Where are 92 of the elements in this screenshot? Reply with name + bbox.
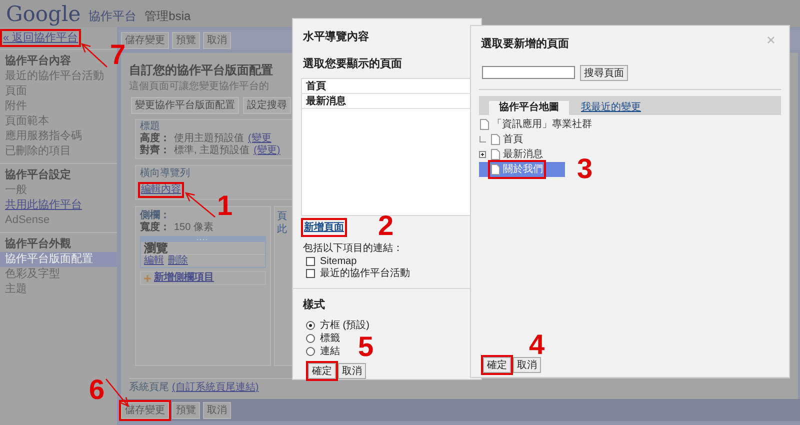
plus-icon — [144, 274, 151, 282]
expand-icon[interactable] — [479, 150, 486, 158]
radio-label: 方框 (預設) — [320, 318, 370, 332]
dialog-button[interactable]: 取消 — [338, 363, 366, 379]
field-value: 150 像素 — [174, 222, 214, 234]
dialog-subtitle: 選取您要顯示的頁面 — [303, 56, 403, 72]
toolbar-button[interactable]: 預覽 — [172, 402, 200, 418]
layout-description: 這個頁面可讓您變更協作平台的 — [129, 80, 269, 93]
page-icon — [491, 148, 500, 160]
tab[interactable]: 我最近的變更 — [579, 100, 643, 114]
dialog-button[interactable]: 確定 — [308, 363, 336, 379]
field-value: 標準, 主題預設值 — [174, 145, 250, 157]
sidebar-item[interactable]: 頁面 — [0, 84, 117, 99]
site-name: 管理bsia — [144, 8, 191, 25]
sidebar-item[interactable]: 色彩及字型 — [0, 267, 117, 282]
field-label: 寬度： — [140, 222, 170, 234]
edit-content-link[interactable]: 編輯內容 — [140, 184, 182, 196]
back-link[interactable]: « 返回協作平台 — [2, 31, 80, 45]
change-link[interactable]: (變更) — [254, 145, 280, 157]
footer-label: 系統頁尾 — [129, 382, 169, 394]
sidebar-item[interactable]: 主題 — [0, 282, 117, 297]
sidebar-item[interactable]: 最近的協作平台活動 — [0, 69, 117, 84]
radio-label: 標籤 — [320, 332, 340, 346]
sidebar-item[interactable]: 共用此協作平台 — [0, 198, 117, 213]
annotation-arrow — [184, 192, 216, 218]
widget-link[interactable]: 刪除 — [168, 255, 188, 267]
section-heading: 側欄： — [140, 210, 170, 221]
sidebar-item[interactable]: 協作平台版面配置 — [0, 252, 117, 267]
sidebar-item[interactable]: AdSense — [0, 213, 117, 228]
google-logo: Google — [6, 4, 81, 25]
section-title: 協作平台外觀 — [4, 237, 72, 252]
radio-button[interactable] — [306, 321, 315, 330]
layout-button[interactable]: 變更協作平台版面配置 — [131, 97, 239, 114]
section-title: 協作平台設定 — [4, 168, 72, 183]
dialog-title: 水平導覽內容 — [303, 30, 370, 45]
column-text: 此 — [277, 223, 287, 236]
toolbar-button[interactable]: 取消 — [203, 402, 231, 418]
highlighted-tree-item[interactable]: 關於我們 — [490, 162, 544, 176]
toolbar-button[interactable]: 預覽 — [172, 32, 200, 48]
page-icon — [491, 134, 500, 144]
step-number: 4 — [529, 331, 545, 359]
add-page-link[interactable]: 新增頁面 — [303, 220, 345, 234]
sidebar-item[interactable]: 頁面範本 — [0, 114, 117, 129]
field-label: 高度： — [140, 133, 170, 144]
sidebar-item[interactable]: 附件 — [0, 99, 117, 114]
section-heading: 標題 — [140, 121, 160, 132]
dialog-button[interactable]: 確定 — [483, 357, 511, 373]
radio-button[interactable] — [306, 347, 315, 356]
widget-title: 瀏覽 — [141, 242, 265, 255]
include-label: 包括以下項目的連結： — [303, 242, 404, 256]
page-icon — [491, 164, 500, 174]
step-number: 6 — [89, 376, 105, 404]
column-text: 頁 — [277, 210, 287, 223]
checkbox-label: Sitemap — [320, 255, 357, 268]
dialog-button[interactable]: 取消 — [513, 357, 541, 373]
tree-connector-icon — [479, 136, 486, 142]
tree-item-label[interactable]: 關於我們 — [503, 162, 543, 176]
field-label: 對齊： — [140, 145, 170, 157]
dialog-title: 選取要新增的頁面 — [481, 36, 569, 52]
sidebar-item[interactable]: 一般 — [0, 183, 117, 198]
step-number: 5 — [358, 333, 374, 361]
checkbox[interactable] — [306, 269, 315, 278]
annotation-arrow — [81, 43, 108, 68]
step-number: 2 — [378, 212, 394, 240]
section-heading: 橫向導覽列 — [140, 168, 190, 180]
step-number: 3 — [577, 155, 593, 183]
field-value: 使用主題預設值 — [174, 133, 244, 144]
sidebar-item[interactable]: 已刪除的項目 — [0, 144, 117, 159]
layout-title: 自訂您的協作平台版面配置 — [129, 63, 273, 78]
search-field[interactable] — [482, 66, 575, 79]
radio-label: 連結 — [320, 344, 340, 359]
radio-button[interactable] — [306, 334, 315, 343]
tree-item-label[interactable]: 最新消息 — [503, 146, 543, 162]
drag-handle-icon[interactable] — [141, 237, 265, 242]
layout-button[interactable]: 設定搜尋 — [243, 97, 291, 114]
checkbox-label: 最近的協作平台活動 — [320, 266, 410, 281]
search-pages-button[interactable]: 搜尋頁面 — [580, 64, 628, 80]
checkbox[interactable] — [306, 257, 315, 266]
sidebar-item[interactable]: 應用服務指令碼 — [0, 129, 117, 144]
tree-item-label[interactable]: 首頁 — [503, 132, 523, 146]
style-title: 樣式 — [303, 298, 326, 312]
step-number: 1 — [217, 192, 233, 220]
toolbar-button[interactable]: 取消 — [203, 32, 231, 48]
section-title: 協作平台內容 — [4, 54, 72, 69]
toolbar-button[interactable]: 儲存變更 — [121, 402, 169, 418]
tree-item-label[interactable]: 「資訊應用」專業社群 — [492, 116, 592, 132]
tab[interactable]: 協作平台地圖 — [489, 100, 569, 114]
selected-tree-row[interactable]: 關於我們 — [479, 162, 565, 176]
change-link[interactable]: (變更 — [248, 133, 272, 145]
footer-link[interactable]: (自訂系統頁尾連結) — [172, 382, 259, 394]
widget-link[interactable]: 編輯 — [144, 255, 164, 267]
product-name: 協作平台 — [88, 8, 137, 25]
